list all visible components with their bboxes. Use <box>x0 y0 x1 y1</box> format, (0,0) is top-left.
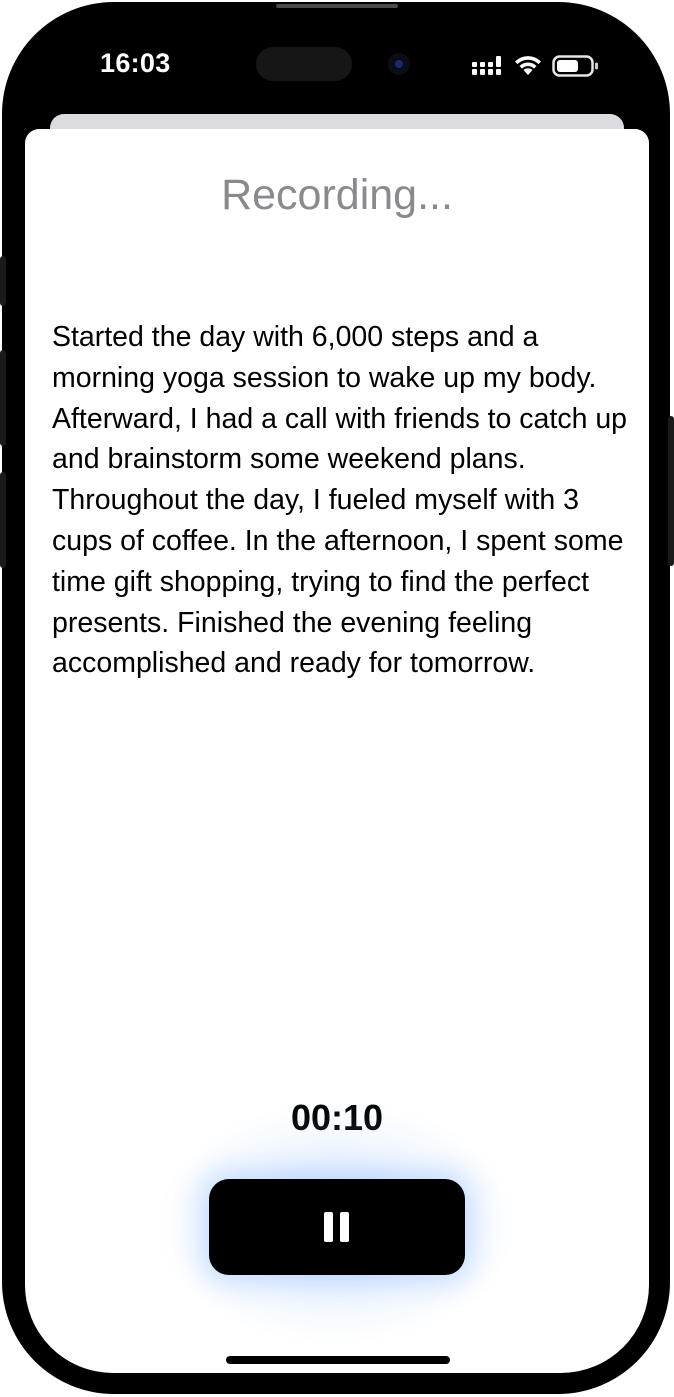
home-indicator[interactable] <box>226 1356 450 1364</box>
transcript-text: Started the day with 6,000 steps and a m… <box>52 321 628 680</box>
pause-button[interactable] <box>209 1179 465 1275</box>
recording-sheet: Recording... Started the day with 6,000 … <box>25 129 649 1373</box>
volume-down-button <box>0 472 6 568</box>
battery-icon <box>552 55 598 77</box>
status-bar: 16:03 <box>24 30 650 100</box>
cellular-signal-icon <box>472 56 501 75</box>
phone-top-rim <box>276 4 398 8</box>
pause-icon <box>324 1212 350 1242</box>
recording-title: Recording... <box>221 171 453 219</box>
status-time: 16:03 <box>100 48 171 78</box>
dynamic-island <box>256 47 352 81</box>
action-button <box>0 256 6 306</box>
volume-up-button <box>0 350 6 446</box>
wifi-icon <box>515 56 541 75</box>
power-button <box>668 416 674 566</box>
front-camera <box>388 53 410 75</box>
device-frame: 16:03 Recording... Started the day with <box>0 0 674 1397</box>
